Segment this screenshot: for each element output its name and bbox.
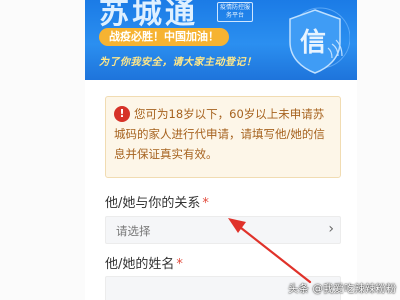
slogan-badge: 战疫必胜！中国加油！ xyxy=(99,28,229,46)
header-banner: 苏城通 疫情防控服务平台 战疫必胜！中国加油！ 为了你我安全，请大家主动登记！ … xyxy=(85,0,357,80)
notice-text: 您可为18岁以下，60岁以上未申请苏城码的家人进行代申请，请填写他/她的信息并保… xyxy=(114,107,325,161)
shield-icon: 信 xyxy=(289,7,350,74)
shield-glyph: 信 xyxy=(300,28,326,58)
relation-label-text: 他/她与你的关系 xyxy=(105,196,201,211)
left-margin xyxy=(0,0,85,300)
phone-screen: 苏城通 疫情防控服务平台 战疫必胜！中国加油！ 为了你我安全，请大家主动登记！ … xyxy=(85,0,357,300)
name-label: 他/她的姓名 * xyxy=(105,253,183,272)
watermark: 头条 @我爱吃辣辣粉粉 xyxy=(288,283,397,295)
notice-box: ! 您可为18岁以下，60岁以上未申请苏城码的家人进行代申请，请填写他/她的信息… xyxy=(105,96,341,178)
required-mark: * xyxy=(202,196,209,211)
chevron-right-icon: › xyxy=(328,221,334,237)
right-margin xyxy=(357,0,400,300)
relation-label: 他/她与你的关系 * xyxy=(105,192,209,211)
handwritten-slogan: 为了你我安全，请大家主动登记！ xyxy=(99,57,257,68)
relation-select-placeholder: 请选择 xyxy=(116,224,151,238)
warning-icon: ! xyxy=(114,106,130,122)
banner-subtitle: 疫情防控服务平台 xyxy=(217,2,253,22)
required-mark: * xyxy=(176,257,183,272)
relation-select[interactable]: 请选择 › xyxy=(105,216,341,244)
name-label-text: 他/她的姓名 xyxy=(105,257,175,272)
